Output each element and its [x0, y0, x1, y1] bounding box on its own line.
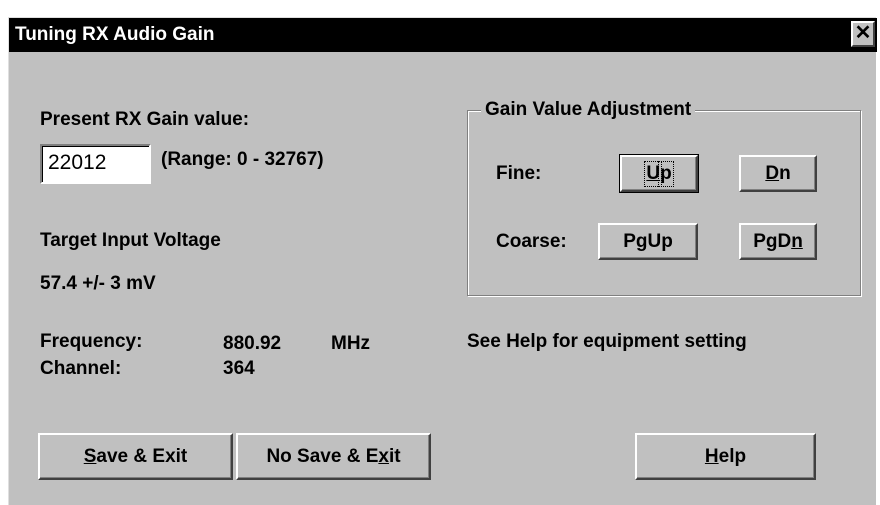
- close-icon: ✕: [854, 22, 872, 44]
- gain-adjustment-group: Gain Value Adjustment: [467, 99, 861, 296]
- tuning-dialog: Tuning RX Audio Gain ✕ Present RX Gain v…: [8, 17, 877, 505]
- fine-down-button[interactable]: Dn: [739, 155, 817, 192]
- save-mnemonic: S: [83, 445, 97, 467]
- pgdn-pre: PgD: [753, 230, 792, 252]
- frequency-label: Frequency:: [40, 331, 143, 352]
- frequency-value: 880.92: [223, 333, 282, 354]
- help-button[interactable]: Help: [635, 433, 816, 480]
- nosave-mnemonic: x: [378, 445, 389, 467]
- nosave-pre: No Save & E: [266, 445, 379, 467]
- dn-label: n: [779, 162, 791, 184]
- up-mnemonic: U: [644, 160, 663, 187]
- up-label: p: [658, 160, 674, 187]
- fine-label: Fine:: [496, 163, 542, 184]
- title-bar[interactable]: Tuning RX Audio Gain ✕: [9, 18, 877, 52]
- frequency-unit: MHz: [331, 333, 371, 354]
- close-button[interactable]: ✕: [851, 21, 875, 47]
- no-save-exit-button[interactable]: No Save & Exit: [236, 433, 431, 480]
- gain-label: Present RX Gain value:: [40, 109, 250, 130]
- pgdn-mnemonic: n: [791, 230, 803, 252]
- pgup-pre: P: [623, 230, 636, 252]
- channel-value: 364: [223, 358, 255, 379]
- target-voltage-label: Target Input Voltage: [40, 230, 221, 251]
- fine-up-button[interactable]: Up: [619, 154, 699, 193]
- help-label: elp: [718, 445, 747, 467]
- coarse-label: Coarse:: [496, 231, 567, 252]
- coarse-pgdn-button[interactable]: PgDn: [739, 223, 817, 260]
- pgup-post: Up: [647, 230, 673, 252]
- channel-label: Channel:: [40, 358, 122, 379]
- target-voltage-value: 57.4 +/- 3 mV: [40, 273, 156, 294]
- save-exit-button[interactable]: Save & Exit: [38, 433, 233, 480]
- window-title: Tuning RX Audio Gain: [15, 24, 215, 45]
- nosave-post: it: [388, 445, 401, 467]
- gain-range-label: (Range: 0 - 32767): [161, 149, 324, 170]
- coarse-pgup-button[interactable]: PgUp: [598, 223, 698, 260]
- help-mnemonic: H: [704, 445, 719, 467]
- dn-mnemonic: D: [765, 162, 780, 184]
- pgup-mnemonic: g: [635, 230, 648, 252]
- help-note: See Help for equipment setting: [467, 331, 747, 352]
- gain-value-input[interactable]: 22012: [40, 144, 151, 184]
- save-label: ave & Exit: [96, 445, 188, 467]
- group-title: Gain Value Adjustment: [481, 99, 696, 121]
